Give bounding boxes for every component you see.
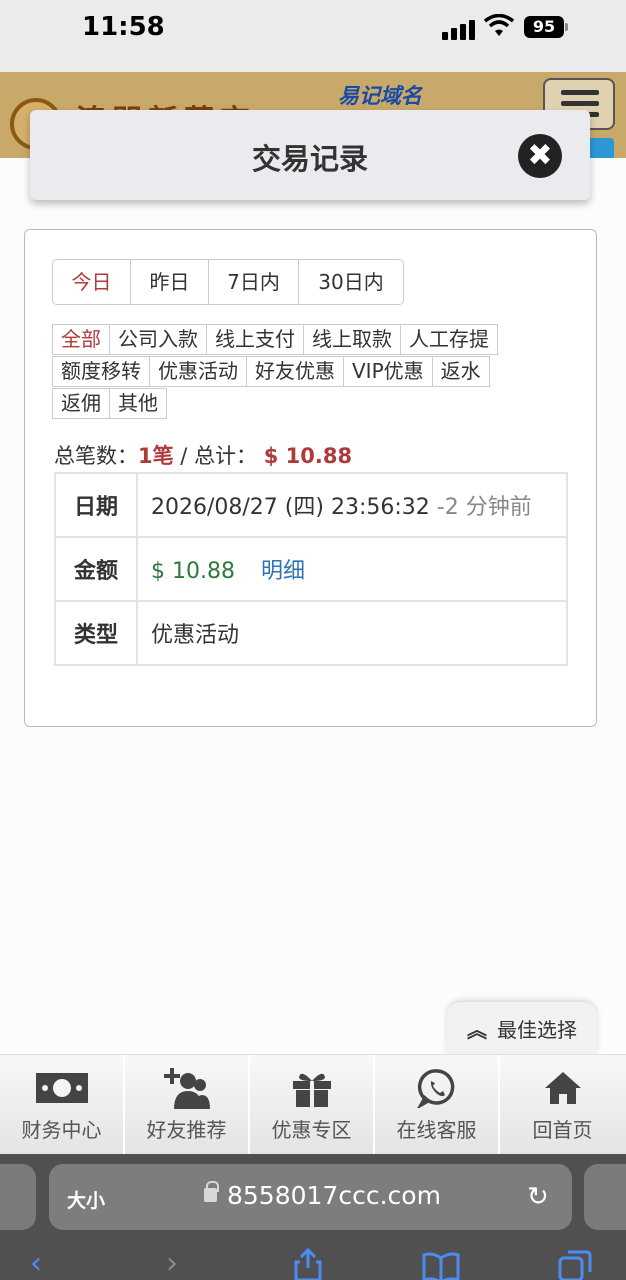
nav-promotions[interactable]: 优惠专区: [250, 1055, 375, 1155]
modal-header: 交易记录 ✖: [30, 110, 590, 200]
battery-tip: [565, 23, 568, 31]
modal-title: 交易记录: [251, 142, 368, 176]
tabs-icon[interactable]: [558, 1250, 592, 1280]
type-filter: 全部 公司入款 线上支付 线上取款 人工存提 额度移转 优惠活动 好友优惠 VI…: [52, 324, 572, 420]
date-cell: 2026/08/27 (四) 23:56:32 -2 分钟前: [136, 472, 568, 538]
previous-tab-preview[interactable]: [0, 1164, 36, 1230]
forward-icon[interactable]: ›: [166, 1246, 178, 1280]
back-icon[interactable]: ‹: [30, 1246, 42, 1280]
home-icon: [544, 1072, 581, 1104]
nav-home[interactable]: 回首页: [500, 1055, 625, 1155]
type-credit-transfer[interactable]: 额度移转: [52, 356, 150, 387]
money-icon: [35, 1073, 88, 1103]
type-vip-bonus[interactable]: VIP优惠: [343, 356, 433, 387]
nav-label: 好友推荐: [146, 1118, 227, 1142]
period-today[interactable]: 今日: [53, 260, 131, 304]
nav-label: 优惠专区: [271, 1118, 352, 1142]
table-row: 类型 优惠活动: [54, 600, 568, 666]
lock-icon: [204, 1181, 219, 1202]
best-choice-button[interactable]: ︽ 最佳选择: [447, 1002, 597, 1054]
amount-label: 金额: [54, 536, 138, 602]
summary: 总笔数：1笔 / 总计： $ 10.88: [54, 440, 352, 470]
type-value: 优惠活动: [136, 600, 568, 666]
nav-online-support[interactable]: 在线客服: [375, 1055, 500, 1155]
nav-label: 回首页: [532, 1118, 593, 1142]
bottom-nav: 财务中心 好友推荐 优惠专区 在线客服 回首页: [0, 1054, 626, 1155]
total-label: 总计：: [194, 444, 258, 468]
nav-label: 在线客服: [396, 1118, 477, 1142]
period-yesterday[interactable]: 昨日: [131, 260, 209, 304]
type-manual[interactable]: 人工存提: [400, 324, 498, 355]
type-commission[interactable]: 返佣: [52, 388, 110, 419]
record-table: 日期 2026/08/27 (四) 23:56:32 -2 分钟前 金额 $ 1…: [54, 472, 568, 666]
address-bar[interactable]: 大小 8558017ccc.com ↻: [49, 1164, 572, 1230]
share-icon[interactable]: [292, 1248, 324, 1280]
best-choice-label: 最佳选择: [497, 1018, 577, 1042]
amount-value: $ 10.88: [151, 559, 235, 584]
detail-link[interactable]: 明细: [261, 559, 305, 584]
time-ago: -2 分钟前: [436, 495, 532, 520]
nav-friend-referral[interactable]: 好友推荐: [125, 1055, 250, 1155]
type-rebate[interactable]: 返水: [431, 356, 490, 387]
url-text[interactable]: 8558017ccc.com: [227, 1181, 441, 1210]
whatsapp-icon: [416, 1069, 454, 1108]
battery-indicator: 95: [524, 16, 564, 38]
type-label: 类型: [54, 600, 138, 666]
table-row: 金额 $ 10.88 明细: [54, 536, 568, 602]
date-label: 日期: [54, 472, 138, 538]
site-domain-label[interactable]: 易记域名: [338, 80, 422, 110]
text-size-button[interactable]: 大小: [67, 1186, 105, 1213]
nav-label: 财务中心: [21, 1118, 102, 1142]
close-button[interactable]: ✖: [518, 134, 562, 178]
status-bar: 11:58 95: [0, 0, 626, 72]
cellular-signal-icon: [442, 18, 475, 40]
type-company-deposit[interactable]: 公司入款: [109, 324, 207, 355]
amount-cell: $ 10.88 明细: [136, 536, 568, 602]
type-friend-bonus[interactable]: 好友优惠: [246, 356, 344, 387]
gift-icon: [292, 1073, 331, 1107]
period-7-days[interactable]: 7日内: [209, 260, 299, 304]
period-30-days[interactable]: 30日内: [299, 260, 403, 304]
date-value: 2026/08/27 (四) 23:56:32: [151, 495, 430, 520]
type-online-withdraw[interactable]: 线上取款: [303, 324, 401, 355]
count-label: 总笔数：: [54, 444, 138, 468]
total-value: $ 10.88: [263, 444, 353, 468]
bookmarks-icon[interactable]: [422, 1252, 460, 1280]
type-promotion[interactable]: 优惠活动: [149, 356, 247, 387]
transaction-panel: 今日 昨日 7日内 30日内 全部 公司入款 线上支付 线上取款 人工存提 额度…: [24, 229, 597, 727]
summary-separator: /: [173, 444, 195, 468]
add-user-icon: [163, 1068, 210, 1109]
count-value: 1笔: [138, 444, 174, 468]
type-online-payment[interactable]: 线上支付: [206, 324, 304, 355]
browser-toolbar: 大小 8558017ccc.com ↻ ‹ ›: [0, 1154, 626, 1280]
nav-finance-center[interactable]: 财务中心: [0, 1055, 125, 1155]
type-all[interactable]: 全部: [52, 324, 110, 355]
chevron-up-icon: ︽: [467, 1018, 487, 1042]
table-row: 日期 2026/08/27 (四) 23:56:32 -2 分钟前: [54, 472, 568, 538]
period-selector: 今日 昨日 7日内 30日内: [52, 259, 404, 305]
next-tab-preview[interactable]: [584, 1164, 626, 1230]
type-other[interactable]: 其他: [109, 388, 167, 419]
reload-icon[interactable]: ↻: [527, 1182, 549, 1212]
wifi-icon: [484, 14, 514, 36]
status-time: 11:58: [82, 12, 165, 42]
